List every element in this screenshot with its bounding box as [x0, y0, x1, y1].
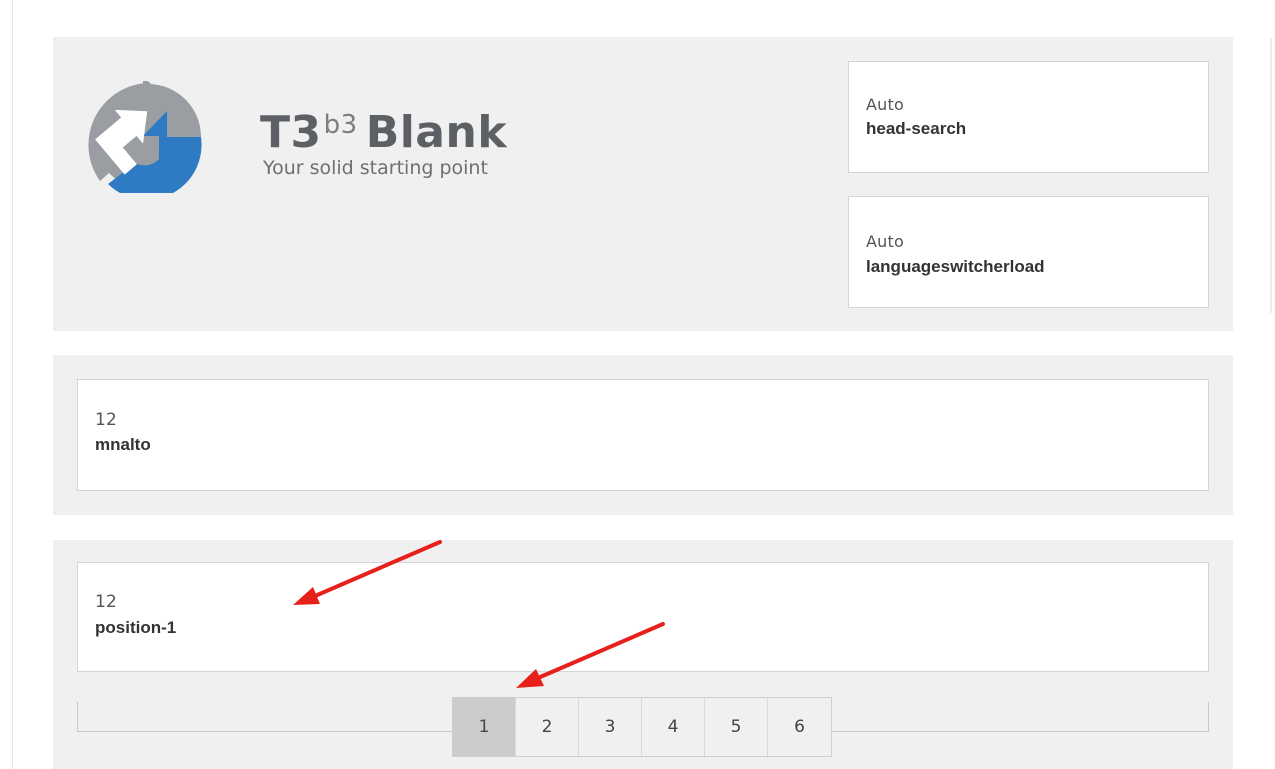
site-logo[interactable]: T3b3 Blank Your solid starting point [83, 81, 543, 193]
mnalto-section: 12 mnalto [53, 355, 1233, 515]
module-mnalto: 12 mnalto [77, 379, 1209, 491]
t3-logo-icon [88, 81, 202, 193]
pagination: 1 2 3 4 5 6 [452, 697, 832, 757]
page-button-2[interactable]: 2 [516, 698, 579, 756]
page-button-1[interactable]: 1 [453, 698, 516, 756]
module-meta: Auto [866, 95, 904, 114]
module-meta: 12 [95, 592, 118, 612]
module-position-1: 12 position-1 [77, 562, 1209, 672]
module-languageswitcherload: Auto languageswitcherload [848, 196, 1209, 308]
module-meta: 12 [95, 410, 118, 430]
module-name: languageswitcherload [866, 257, 1045, 276]
position-section: 12 position-1 1 2 3 4 5 6 [53, 540, 1233, 769]
page-button-4[interactable]: 4 [642, 698, 705, 756]
logo-title-main: T3 [260, 107, 322, 158]
module-name: mnalto [95, 435, 151, 454]
module-name: head-search [866, 119, 967, 138]
page-border-right [1270, 38, 1272, 313]
page-border-left [12, 0, 13, 769]
page-button-6[interactable]: 6 [768, 698, 831, 756]
page-button-5[interactable]: 5 [705, 698, 768, 756]
logo-tagline: Your solid starting point [263, 157, 488, 179]
page-button-3[interactable]: 3 [579, 698, 642, 756]
module-meta: Auto [866, 232, 904, 251]
logo-title-sup: b3 [323, 110, 358, 140]
module-head-search: Auto head-search [848, 61, 1209, 173]
header-section: T3b3 Blank Your solid starting point Auto… [53, 37, 1233, 331]
logo-title: T3b3 Blank [260, 99, 507, 159]
module-name: position-1 [95, 618, 177, 637]
logo-title-word: Blank [365, 107, 508, 158]
